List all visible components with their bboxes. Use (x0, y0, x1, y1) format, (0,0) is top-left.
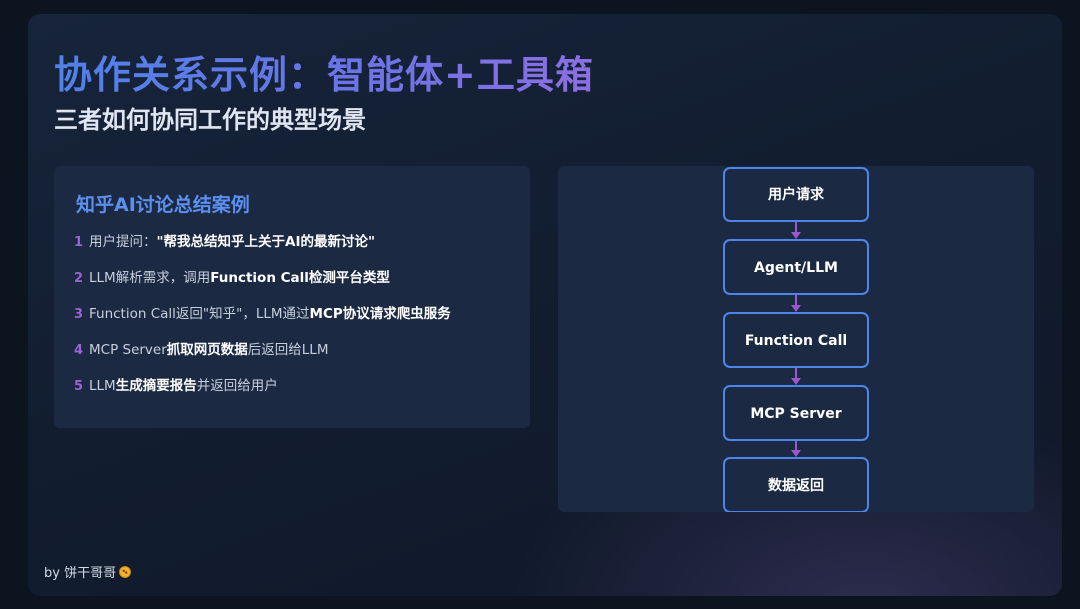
step-number: 2 (74, 271, 84, 286)
slide-subtitle: 三者如何协同工作的典型场景 (54, 106, 366, 134)
flow-arrow (791, 222, 801, 239)
step-text: LLM解析需求，调用Function Call检测平台类型 (89, 270, 390, 286)
flow-diagram: 用户请求 Agent/LLM Function Call MCP Server … (723, 167, 869, 512)
flow-arrow (791, 295, 801, 312)
step-text: LLM生成摘要报告并返回给用户 (89, 378, 278, 394)
flow-arrow (791, 441, 801, 457)
step-item: 1 用户提问："帮我总结知乎上关于AI的最新讨论" (74, 230, 451, 266)
flow-node-label: 数据返回 (768, 477, 824, 494)
step-number: 5 (74, 379, 84, 394)
cookie-icon (119, 566, 132, 578)
flow-node: Agent/LLM (723, 239, 869, 295)
step-item: 5 LLM生成摘要报告并返回给用户 (74, 374, 451, 410)
step-list: 1 用户提问："帮我总结知乎上关于AI的最新讨论" 2 LLM解析需求，调用Fu… (74, 230, 451, 410)
step-number: 3 (74, 307, 84, 322)
step-text: 用户提问："帮我总结知乎上关于AI的最新讨论" (89, 234, 376, 250)
step-text: Function Call返回"知乎"，LLM通过MCP协议请求爬虫服务 (89, 306, 451, 322)
slide: 协作关系示例：智能体+工具箱 三者如何协同工作的典型场景 知乎AI讨论总结案例 … (28, 14, 1062, 596)
slide-title: 协作关系示例：智能体+工具箱 (54, 44, 594, 99)
step-item: 3 Function Call返回"知乎"，LLM通过MCP协议请求爬虫服务 (74, 302, 451, 338)
flow-node: Function Call (723, 312, 869, 368)
flow-node: 用户请求 (723, 167, 869, 222)
step-number: 1 (74, 235, 84, 250)
flow-node-label: Agent/LLM (754, 260, 838, 276)
author-label: by 饼干哥哥 (44, 566, 117, 581)
flow-arrow (791, 368, 801, 385)
flow-node-label: MCP Server (750, 406, 841, 422)
flow-card: 用户请求 Agent/LLM Function Call MCP Server … (558, 166, 1034, 512)
case-card: 知乎AI讨论总结案例 1 用户提问："帮我总结知乎上关于AI的最新讨论" 2 L… (54, 166, 530, 428)
flow-node-label: Function Call (745, 333, 847, 349)
case-title: 知乎AI讨论总结案例 (76, 194, 250, 216)
step-number: 4 (74, 343, 84, 358)
footer-credit: by 饼干哥哥 (44, 562, 132, 581)
flow-node: MCP Server (723, 385, 869, 441)
step-text: MCP Server抓取网页数据后返回给LLM (89, 342, 329, 358)
flow-node: 数据返回 (723, 457, 869, 512)
flow-node-label: 用户请求 (768, 186, 825, 203)
step-item: 4 MCP Server抓取网页数据后返回给LLM (74, 338, 451, 374)
step-item: 2 LLM解析需求，调用Function Call检测平台类型 (74, 266, 451, 302)
